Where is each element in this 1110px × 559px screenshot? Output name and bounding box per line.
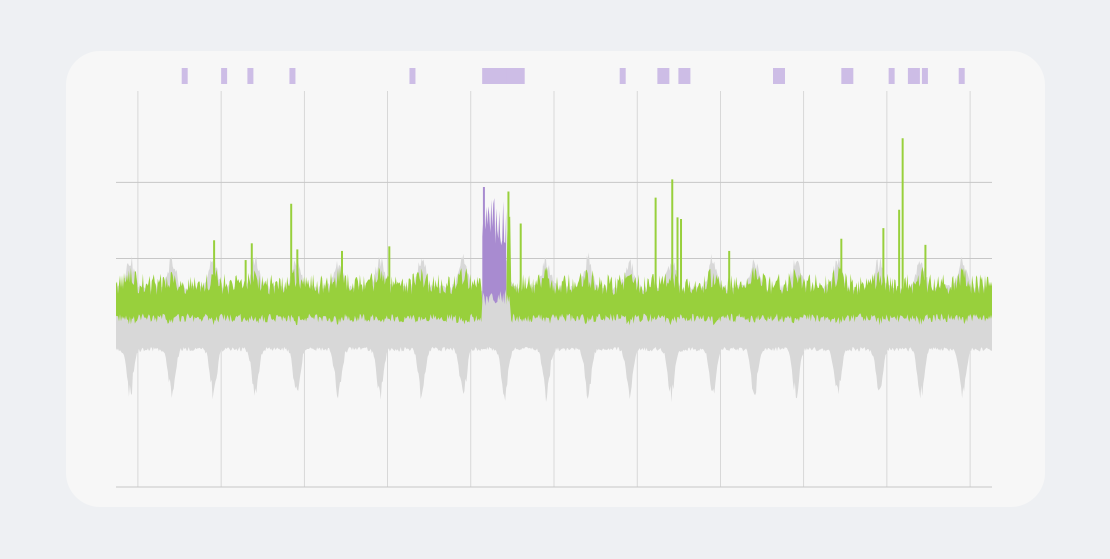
anomaly-marker bbox=[657, 68, 670, 84]
anomaly-marker bbox=[958, 68, 965, 84]
anomaly-area bbox=[482, 198, 507, 306]
anomaly-marker bbox=[409, 68, 416, 84]
anomaly-marker-track bbox=[181, 68, 965, 84]
anomaly-marker bbox=[221, 68, 228, 84]
anomaly-marker bbox=[888, 68, 895, 84]
anomaly-marker bbox=[678, 68, 691, 84]
anomaly-marker bbox=[773, 68, 785, 84]
anomaly-marker bbox=[506, 68, 525, 84]
anomaly-marker bbox=[907, 68, 920, 84]
anomaly-marker bbox=[289, 68, 296, 84]
anomaly-layer bbox=[482, 186, 507, 306]
anomaly-marker bbox=[921, 68, 928, 84]
anomaly-marker bbox=[841, 68, 854, 84]
chart-card bbox=[66, 51, 1045, 507]
anomaly-marker bbox=[247, 68, 254, 84]
anomaly-marker bbox=[181, 68, 188, 84]
anomaly-marker bbox=[619, 68, 626, 84]
anomaly-chart bbox=[116, 68, 992, 488]
